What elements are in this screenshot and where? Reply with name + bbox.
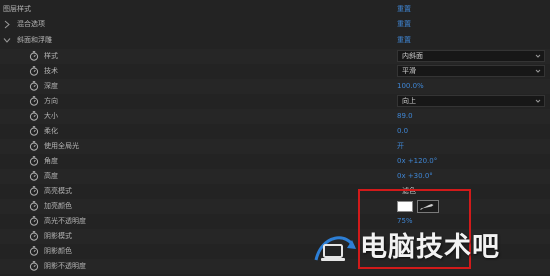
blend-options-reset-link[interactable]: 重置 <box>397 20 411 29</box>
row-layer-styles: 图层样式 重置 <box>0 2 550 17</box>
row-direction: 方向 向上 <box>0 94 550 109</box>
angle-value[interactable]: 0x +120.0° <box>397 157 437 166</box>
technique-label: 技术 <box>44 67 58 75</box>
row-blend-options: 混合选项 重置 <box>0 17 550 32</box>
row-altitude: 高度 0x +30.0° <box>0 169 550 184</box>
stopwatch-icon[interactable] <box>29 81 39 91</box>
row-depth: 深度 100.0% <box>0 79 550 94</box>
stopwatch-icon[interactable] <box>29 111 39 121</box>
stopwatch-icon[interactable] <box>29 246 39 256</box>
stopwatch-icon[interactable] <box>29 201 39 211</box>
soften-label: 柔化 <box>44 127 58 135</box>
direction-dropdown-value: 向上 <box>402 97 416 105</box>
stopwatch-icon[interactable] <box>29 171 39 181</box>
direction-label: 方向 <box>44 97 58 105</box>
watermark-text: 电脑技术吧 <box>360 232 500 263</box>
chevron-right-icon[interactable] <box>3 20 11 29</box>
highlight-mode-label: 高亮模式 <box>44 187 72 195</box>
angle-label: 角度 <box>44 157 58 165</box>
row-technique: 技术 平滑 <box>0 64 550 79</box>
shadow-opacity-label: 阴影不透明度 <box>44 262 86 270</box>
direction-dropdown[interactable]: 向上 <box>397 95 545 107</box>
row-bevel-emboss: 斜面和浮雕 重置 <box>0 33 550 48</box>
shadow-mode-label: 阴影模式 <box>44 232 72 240</box>
row-global-light: 使用全局光 开 <box>0 139 550 154</box>
chevron-down-icon[interactable] <box>3 36 11 45</box>
altitude-value[interactable]: 0x +30.0° <box>397 172 433 181</box>
soften-value[interactable]: 0.0 <box>397 127 408 136</box>
stopwatch-icon[interactable] <box>29 231 39 241</box>
stopwatch-icon[interactable] <box>29 96 39 106</box>
chevron-down-icon <box>535 98 541 104</box>
depth-value[interactable]: 100.0% <box>397 82 424 91</box>
chevron-down-icon <box>535 68 541 74</box>
stopwatch-icon[interactable] <box>29 186 39 196</box>
row-size: 大小 89.0 <box>0 109 550 124</box>
stopwatch-icon[interactable] <box>29 66 39 76</box>
bevel-emboss-label: 斜面和浮雕 <box>17 36 52 44</box>
stopwatch-icon[interactable] <box>29 141 39 151</box>
highlight-opacity-label: 高光不透明度 <box>44 217 86 225</box>
watermark: 电脑技术吧 <box>310 226 550 272</box>
style-label: 样式 <box>44 52 58 60</box>
layer-styles-reset-link[interactable]: 重置 <box>397 5 411 14</box>
layer-styles-label: 图层样式 <box>3 5 31 13</box>
altitude-label: 高度 <box>44 172 58 180</box>
highlight-color-label: 加亮颜色 <box>44 202 72 210</box>
size-value[interactable]: 89.0 <box>397 112 413 121</box>
technique-dropdown-value: 平滑 <box>402 67 416 75</box>
shadow-color-label: 阴影颜色 <box>44 247 72 255</box>
stopwatch-icon[interactable] <box>29 156 39 166</box>
stopwatch-icon[interactable] <box>29 126 39 136</box>
size-label: 大小 <box>44 112 58 120</box>
stopwatch-icon[interactable] <box>29 216 39 226</box>
chevron-down-icon <box>535 53 541 59</box>
row-style: 样式 内斜面 <box>0 49 550 64</box>
bevel-emboss-reset-link[interactable]: 重置 <box>397 36 411 45</box>
depth-label: 深度 <box>44 82 58 90</box>
global-light-label: 使用全局光 <box>44 142 79 150</box>
stopwatch-icon[interactable] <box>29 261 39 271</box>
technique-dropdown[interactable]: 平滑 <box>397 65 545 77</box>
row-angle: 角度 0x +120.0° <box>0 154 550 169</box>
global-light-toggle[interactable]: 开 <box>397 142 404 151</box>
blend-options-label: 混合选项 <box>17 20 45 28</box>
row-soften: 柔化 0.0 <box>0 124 550 139</box>
style-dropdown[interactable]: 内斜面 <box>397 50 545 62</box>
watermark-logo-icon <box>312 230 358 268</box>
stopwatch-icon[interactable] <box>29 51 39 61</box>
style-dropdown-value: 内斜面 <box>402 52 423 60</box>
